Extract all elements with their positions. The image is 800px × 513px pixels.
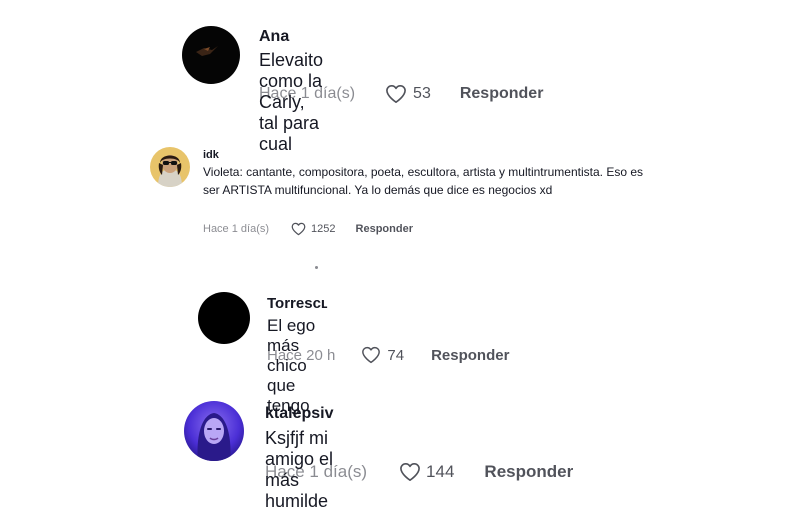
comment-actions: Hace 1 día(s) 1252 Responder: [203, 222, 413, 236]
comment-body: idk Violeta: cantante, compositora, poet…: [203, 149, 653, 199]
heart-outline-icon: [291, 222, 306, 236]
avatar[interactable]: [182, 26, 240, 84]
comment-text: El ego más chico que tengo: [267, 316, 316, 415]
comment-timestamp: Hace 1 día(s): [203, 223, 270, 235]
like-button[interactable]: 53: [385, 84, 431, 104]
like-button[interactable]: 144: [399, 462, 454, 482]
reply-button[interactable]: Responder: [431, 347, 509, 364]
top-edge: [0, 0, 800, 2]
dark-photo-avatar-icon: [182, 26, 240, 84]
sunglasses-person-avatar-icon: [150, 147, 190, 187]
comment-username[interactable]: ktalepsiv: [265, 405, 333, 423]
heart-outline-icon: [362, 346, 381, 364]
comment-timestamp: Hace 1 día(s): [265, 462, 368, 481]
comment-text: Violeta: cantante, compositora, poeta, e…: [203, 165, 643, 197]
heart-outline-icon: [400, 463, 420, 481]
comment-actions: Hace 1 día(s) 53 Responder: [259, 84, 543, 104]
purple-portrait-avatar-icon: [184, 401, 244, 461]
like-count: 144: [426, 462, 455, 481]
like-button[interactable]: 74: [361, 346, 404, 364]
black-circle-avatar-icon: [198, 292, 250, 344]
heart-outline-icon: [386, 85, 406, 103]
comment-username[interactable]: Ana: [259, 28, 323, 46]
comment-username[interactable]: idk: [203, 149, 653, 161]
like-count: 53: [413, 85, 431, 102]
avatar[interactable]: [198, 292, 250, 344]
reply-button[interactable]: Responder: [460, 85, 544, 103]
comment-actions: Hace 1 día(s) 144 Responder: [265, 462, 573, 482]
comment-body: ktalepsiv Ksjfjf mi amigo el más humilde: [265, 405, 333, 512]
like-count: 74: [387, 346, 405, 364]
reply-button[interactable]: Responder: [356, 223, 413, 235]
separator-dot: [315, 266, 318, 269]
comment-timestamp: Hace 20 h: [267, 346, 336, 364]
comment-username[interactable]: Torresᴄʟ: [267, 295, 328, 312]
comment-timestamp: Hace 1 día(s): [259, 85, 356, 102]
comment-actions: Hace 20 h 74 Responder: [267, 346, 509, 364]
avatar[interactable]: [150, 147, 190, 187]
like-button[interactable]: 1252: [291, 222, 336, 236]
reply-button[interactable]: Responder: [484, 462, 573, 482]
avatar[interactable]: [184, 401, 244, 461]
like-count: 1252: [311, 223, 336, 235]
